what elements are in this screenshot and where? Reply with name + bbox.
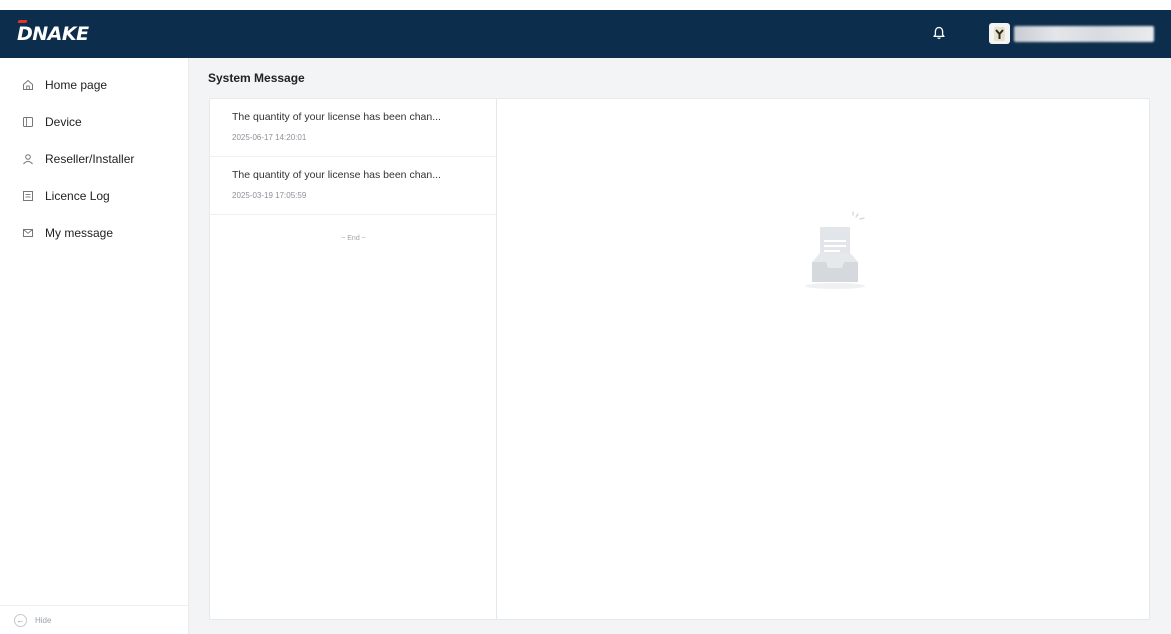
username-redacted[interactable]: username bbox=[1014, 26, 1154, 42]
message-time: 2025-06-17 14:20:01 bbox=[232, 133, 307, 142]
sidebar-item-reseller-installer[interactable]: Reseller/Installer bbox=[0, 140, 188, 177]
list-item[interactable]: The quantity of your license has been ch… bbox=[210, 99, 496, 157]
main-content: System Message The quantity of your lice… bbox=[189, 58, 1171, 634]
sidebar-item-label: Home page bbox=[45, 77, 108, 92]
sidebar-item-licence-log[interactable]: Licence Log bbox=[0, 177, 188, 214]
sidebar: Home page Device Reseller/Installer Lice… bbox=[0, 58, 189, 634]
hide-label: Hide bbox=[35, 615, 52, 625]
list-item[interactable]: The quantity of your license has been ch… bbox=[210, 157, 496, 215]
logo-accent bbox=[17, 20, 28, 23]
log-icon bbox=[21, 189, 35, 203]
sidebar-item-my-message[interactable]: My message bbox=[0, 214, 188, 251]
logo-text: DNAKE bbox=[17, 23, 89, 45]
sidebar-item-device[interactable]: Device bbox=[0, 103, 188, 140]
message-list: The quantity of your license has been ch… bbox=[210, 99, 497, 619]
top-bar: DNAKE username bbox=[0, 10, 1171, 58]
sidebar-item-home-page[interactable]: Home page bbox=[0, 66, 188, 103]
sidebar-item-label: Licence Log bbox=[45, 188, 110, 203]
sidebar-item-label: My message bbox=[45, 225, 114, 240]
message-time: 2025-03-19 17:05:59 bbox=[232, 191, 307, 200]
home-icon bbox=[21, 78, 35, 92]
sidebar-item-label: Device bbox=[45, 114, 82, 129]
message-title: The quantity of your license has been ch… bbox=[232, 169, 441, 181]
avatar[interactable] bbox=[989, 23, 1010, 44]
empty-inbox-icon bbox=[790, 207, 880, 297]
hide-sidebar-button[interactable]: ← Hide bbox=[0, 605, 188, 634]
page-title: System Message bbox=[208, 71, 305, 85]
logo[interactable]: DNAKE bbox=[17, 20, 89, 45]
user-icon bbox=[21, 152, 35, 166]
list-end-marker: ~ End ~ bbox=[341, 235, 366, 242]
arrow-left-icon: ← bbox=[14, 613, 27, 627]
message-title: The quantity of your license has been ch… bbox=[232, 111, 441, 123]
sidebar-item-label: Reseller/Installer bbox=[45, 151, 135, 166]
mail-icon bbox=[21, 226, 35, 240]
message-panel: The quantity of your license has been ch… bbox=[209, 98, 1150, 620]
device-icon bbox=[21, 115, 35, 129]
bell-icon[interactable] bbox=[932, 25, 946, 41]
